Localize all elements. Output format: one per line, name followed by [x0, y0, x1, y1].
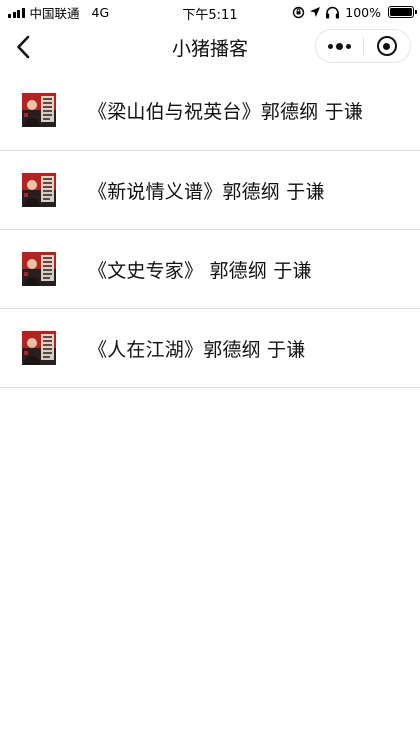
list-item[interactable]: 《新说情义谱》郭德纲 于谦: [0, 151, 420, 230]
list-item[interactable]: 《文史专家》 郭德纲 于谦: [0, 230, 420, 309]
battery-percentage: 100%: [345, 4, 381, 20]
episode-title: 《人在江湖》郭德纲 于谦: [88, 338, 306, 361]
album-cover-thumbnail: [22, 331, 56, 365]
album-cover-thumbnail: [22, 252, 56, 286]
close-mini-program-button[interactable]: [363, 30, 410, 62]
status-bar-right: 100%: [292, 3, 417, 21]
list-item[interactable]: 《人在江湖》郭德纲 于谦: [0, 309, 420, 388]
list-item[interactable]: 《梁山伯与祝英台》郭德纲 于谦: [0, 70, 420, 151]
album-cover-thumbnail: [22, 93, 56, 127]
episode-title: 《梁山伯与祝英台》郭德纲 于谦: [88, 100, 364, 123]
location-arrow-icon: [310, 7, 321, 17]
album-cover-thumbnail: [22, 173, 56, 207]
episode-list: 《梁山伯与祝英台》郭德纲 于谦 《新说情义谱》郭德纲 于谦 《文史专家》 郭德纲…: [0, 70, 420, 388]
mini-program-capsule: [315, 29, 411, 63]
orientation-lock-icon: [293, 6, 305, 18]
navigation-bar: 小猪播客: [0, 24, 420, 70]
episode-title: 《新说情义谱》郭德纲 于谦: [88, 180, 325, 203]
headphones-icon: [326, 6, 340, 18]
target-circle-icon: [376, 36, 397, 56]
more-dots-icon: [327, 42, 351, 50]
episode-title: 《文史专家》 郭德纲 于谦: [88, 259, 312, 282]
status-bar: 中国联通 4G 下午5:11 100%: [0, 0, 420, 24]
more-menu-button[interactable]: [316, 30, 363, 62]
battery-icon: [388, 6, 417, 18]
